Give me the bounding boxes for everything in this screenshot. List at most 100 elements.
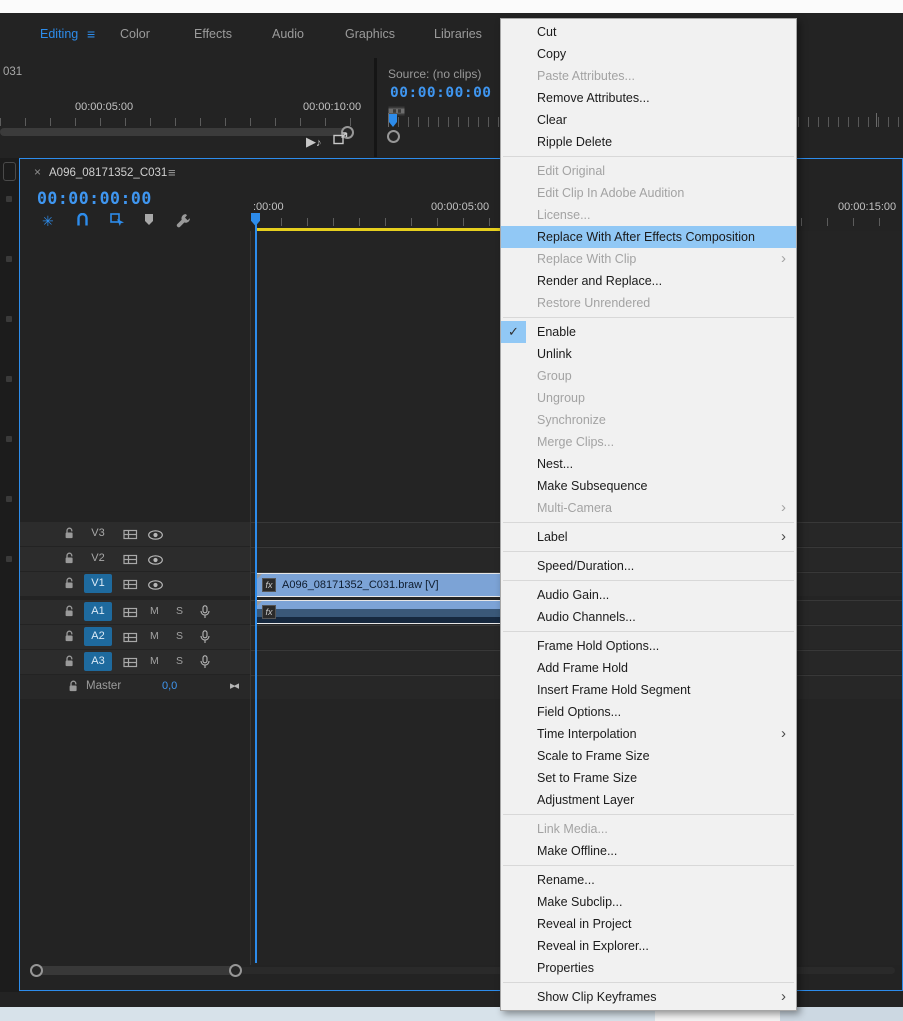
menu-item-link-media[interactable]: Link Media... bbox=[501, 818, 796, 840]
pen-tool-icon[interactable] bbox=[6, 436, 12, 442]
workspace-tab-libraries[interactable]: Libraries bbox=[434, 27, 482, 41]
solo-button[interactable]: S bbox=[176, 605, 183, 617]
menu-item-replace-with-clip[interactable]: Replace With Clip› bbox=[501, 248, 796, 270]
toggle-track-output-eye-icon[interactable] bbox=[148, 577, 163, 595]
menu-item-field-options[interactable]: Field Options... bbox=[501, 701, 796, 723]
track-select-tool-icon[interactable] bbox=[6, 196, 12, 202]
menu-item-time-interpolation[interactable]: Time Interpolation› bbox=[501, 723, 796, 745]
timeline-tab-close-icon[interactable]: × bbox=[34, 165, 41, 179]
timeline-settings-wrench-icon[interactable] bbox=[176, 213, 191, 231]
timeline-panel-menu-icon[interactable]: ≡ bbox=[168, 165, 176, 180]
menu-item-replace-with-after-effects-composition[interactable]: Replace With After Effects Composition bbox=[501, 226, 796, 248]
menu-item-ungroup[interactable]: Ungroup bbox=[501, 387, 796, 409]
lock-icon[interactable] bbox=[64, 527, 75, 545]
menu-item-merge-clips[interactable]: Merge Clips... bbox=[501, 431, 796, 453]
slip-tool-icon[interactable] bbox=[6, 376, 12, 382]
solo-button[interactable]: S bbox=[176, 630, 183, 642]
toggle-track-output-eye-icon[interactable] bbox=[148, 527, 163, 545]
menu-item-add-frame-hold[interactable]: Add Frame Hold bbox=[501, 657, 796, 679]
playhead[interactable] bbox=[255, 213, 257, 963]
menu-item-ripple-delete[interactable]: Ripple Delete bbox=[501, 131, 796, 153]
lock-icon[interactable] bbox=[64, 605, 75, 623]
source-timecode[interactable]: 00:00:00:00 bbox=[390, 85, 492, 101]
menu-item-render-and-replace[interactable]: Render and Replace... bbox=[501, 270, 796, 292]
menu-item-nest[interactable]: Nest... bbox=[501, 453, 796, 475]
timeline-zoom-handle-right[interactable] bbox=[229, 964, 242, 977]
menu-item-enable[interactable]: ✓Enable bbox=[501, 321, 796, 343]
insert-as-nest-icon[interactable]: ✳ bbox=[42, 213, 54, 230]
sync-lock-icon[interactable] bbox=[123, 655, 138, 673]
workspace-editing-menu-icon[interactable]: ≡ bbox=[87, 26, 95, 42]
mute-button[interactable]: M bbox=[150, 655, 159, 667]
mute-button[interactable]: M bbox=[150, 630, 159, 642]
menu-item-label[interactable]: Label› bbox=[501, 526, 796, 548]
menu-item-unlink[interactable]: Unlink bbox=[501, 343, 796, 365]
sync-lock-icon[interactable] bbox=[123, 527, 138, 545]
toggle-track-output-eye-icon[interactable] bbox=[148, 552, 163, 570]
menu-item-rename[interactable]: Rename... bbox=[501, 869, 796, 891]
program-ruler-ticks[interactable] bbox=[0, 118, 374, 126]
source-scrollbar-handle[interactable] bbox=[387, 130, 400, 143]
track-header-divider[interactable] bbox=[250, 231, 251, 965]
linked-selection-icon[interactable] bbox=[110, 213, 125, 229]
lock-icon[interactable] bbox=[64, 552, 75, 570]
menu-item-set-to-frame-size[interactable]: Set to Frame Size bbox=[501, 767, 796, 789]
type-tool-icon[interactable] bbox=[6, 556, 12, 562]
ripple-edit-tool-icon[interactable] bbox=[6, 256, 12, 262]
menu-item-edit-clip-in-adobe-audition[interactable]: Edit Clip In Adobe Audition bbox=[501, 182, 796, 204]
track-target-a2[interactable]: A2 bbox=[84, 627, 112, 646]
workspace-tab-color[interactable]: Color bbox=[120, 27, 150, 41]
lock-icon[interactable] bbox=[64, 577, 75, 595]
voiceover-mic-icon[interactable] bbox=[200, 605, 210, 624]
menu-item-restore-unrendered[interactable]: Restore Unrendered bbox=[501, 292, 796, 314]
play-audio-icon[interactable]: ▶♪ bbox=[306, 134, 322, 150]
menu-item-remove-attributes[interactable]: Remove Attributes... bbox=[501, 87, 796, 109]
menu-item-make-subsequence[interactable]: Make Subsequence bbox=[501, 475, 796, 497]
workspace-tab-editing[interactable]: Editing bbox=[40, 27, 78, 41]
menu-item-reveal-in-explorer[interactable]: Reveal in Explorer... bbox=[501, 935, 796, 957]
menu-item-copy[interactable]: Copy bbox=[501, 43, 796, 65]
menu-item-audio-gain[interactable]: Audio Gain... bbox=[501, 584, 796, 606]
menu-item-clear[interactable]: Clear bbox=[501, 109, 796, 131]
menu-item-frame-hold-options[interactable]: Frame Hold Options... bbox=[501, 635, 796, 657]
snap-magnet-icon[interactable] bbox=[76, 213, 89, 229]
menu-item-paste-attributes[interactable]: Paste Attributes... bbox=[501, 65, 796, 87]
sync-lock-icon[interactable] bbox=[123, 577, 138, 595]
sync-lock-icon[interactable] bbox=[123, 552, 138, 570]
menu-item-make-offline[interactable]: Make Offline... bbox=[501, 840, 796, 862]
menu-item-edit-original[interactable]: Edit Original bbox=[501, 160, 796, 182]
menu-item-make-subclip[interactable]: Make Subclip... bbox=[501, 891, 796, 913]
menu-item-scale-to-frame-size[interactable]: Scale to Frame Size bbox=[501, 745, 796, 767]
add-marker-icon[interactable] bbox=[144, 213, 154, 229]
sync-lock-icon[interactable] bbox=[123, 630, 138, 648]
lock-icon[interactable] bbox=[64, 655, 75, 673]
mute-button[interactable]: M bbox=[150, 605, 159, 617]
razor-tool-icon[interactable] bbox=[6, 316, 12, 322]
voiceover-mic-icon[interactable] bbox=[200, 630, 210, 649]
hand-tool-icon[interactable] bbox=[6, 496, 12, 502]
export-frame-icon[interactable] bbox=[333, 132, 348, 148]
master-pan-value[interactable]: 0,0 bbox=[162, 680, 177, 692]
menu-item-audio-channels[interactable]: Audio Channels... bbox=[501, 606, 796, 628]
menu-item-reveal-in-project[interactable]: Reveal in Project bbox=[501, 913, 796, 935]
selection-tool-icon[interactable] bbox=[3, 162, 16, 181]
lock-icon[interactable] bbox=[64, 630, 75, 648]
lock-icon[interactable] bbox=[68, 680, 79, 698]
menu-item-multi-camera[interactable]: Multi-Camera› bbox=[501, 497, 796, 519]
menu-item-speed-duration[interactable]: Speed/Duration... bbox=[501, 555, 796, 577]
solo-button[interactable]: S bbox=[176, 655, 183, 667]
sync-lock-icon[interactable] bbox=[123, 605, 138, 623]
menu-item-cut[interactable]: Cut bbox=[501, 21, 796, 43]
menu-item-synchronize[interactable]: Synchronize bbox=[501, 409, 796, 431]
timeline-zoom-handle-left[interactable] bbox=[30, 964, 43, 977]
track-target-a1[interactable]: A1 bbox=[84, 602, 112, 621]
menu-item-group[interactable]: Group bbox=[501, 365, 796, 387]
menu-item-insert-frame-hold-segment[interactable]: Insert Frame Hold Segment bbox=[501, 679, 796, 701]
menu-item-show-clip-keyframes[interactable]: Show Clip Keyframes› bbox=[501, 986, 796, 1008]
menu-item-properties[interactable]: Properties bbox=[501, 957, 796, 979]
workspace-tab-audio[interactable]: Audio bbox=[272, 27, 304, 41]
voiceover-mic-icon[interactable] bbox=[200, 655, 210, 674]
track-target-v3[interactable]: V3 bbox=[84, 524, 112, 543]
menu-item-adjustment-layer[interactable]: Adjustment Layer bbox=[501, 789, 796, 811]
track-target-a3[interactable]: A3 bbox=[84, 652, 112, 671]
